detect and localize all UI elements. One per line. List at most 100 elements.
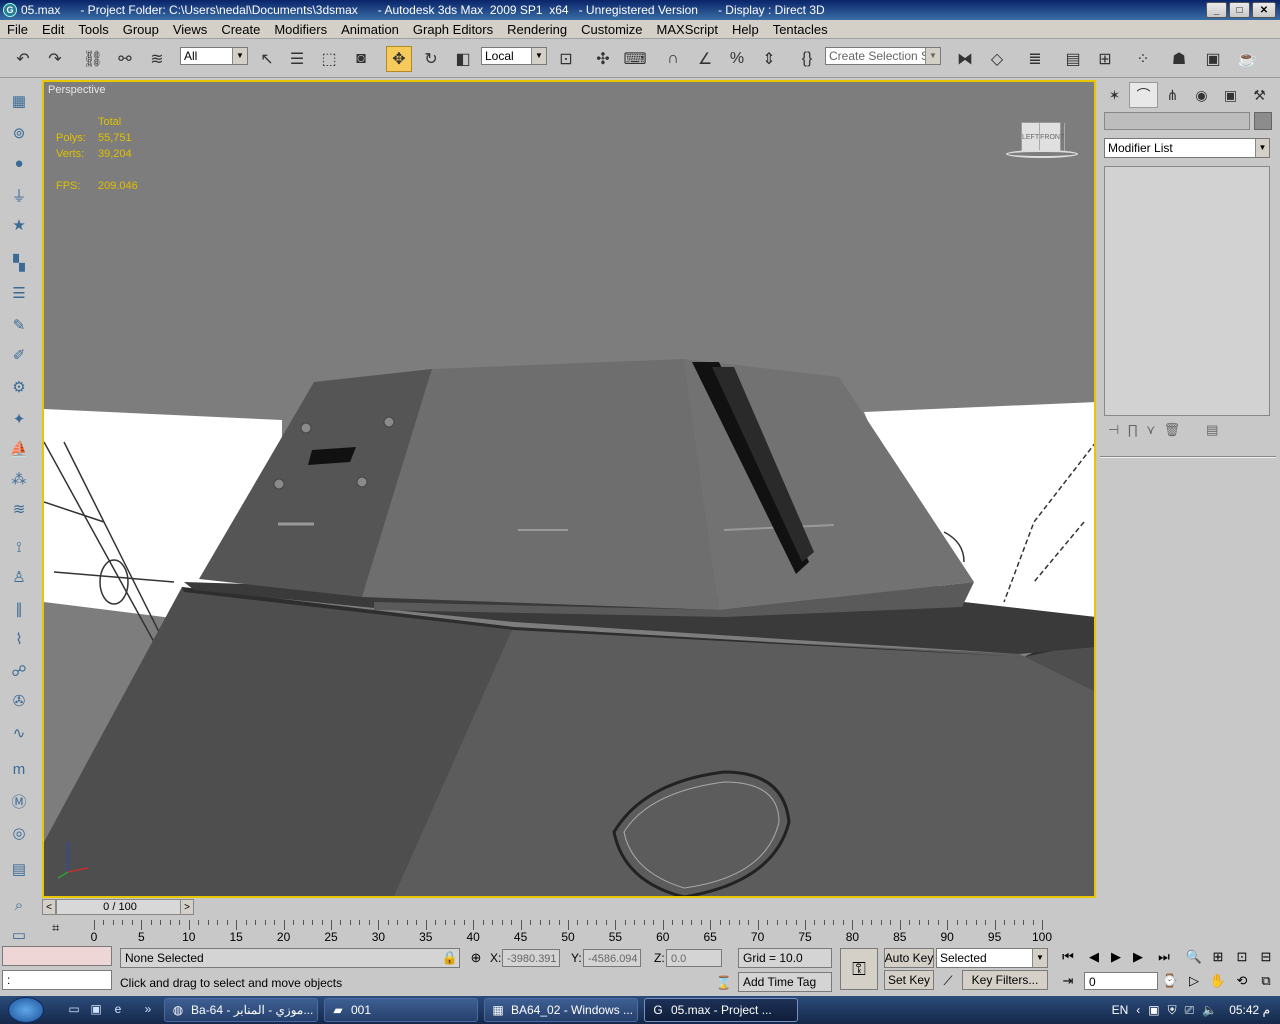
clock[interactable]: 05:42 م [1229,1003,1270,1017]
mirror-icon[interactable]: ⧓ [952,46,978,72]
menu-customize[interactable]: Customize [574,20,649,39]
viewcube-front-face[interactable]: FRONT [1040,123,1066,151]
viewport-label[interactable]: Perspective [48,84,105,96]
maximize-button[interactable]: □ [1229,2,1250,18]
show-end-result-icon[interactable]: ∏ [1127,422,1138,444]
language-indicator[interactable]: EN [1112,1003,1129,1017]
menu-tools[interactable]: Tools [71,20,115,39]
rectangular-selection-icon[interactable]: ⬚ [316,46,342,72]
switch-windows-icon[interactable]: ▣ [88,1002,104,1018]
bind-space-warp-icon[interactable]: ≋ [144,46,170,72]
go-to-start-icon[interactable]: ⏮ [1058,948,1078,966]
percent-snap-icon[interactable]: % [724,46,750,72]
angle-snap-icon[interactable]: ∠ [692,46,718,72]
particle-icon[interactable]: ⁂ [6,466,32,492]
redo-icon[interactable]: ↷ [42,46,68,72]
curve-editor-icon[interactable]: ▤ [1060,46,1086,72]
menu-group[interactable]: Group [116,20,166,39]
x-coordinate-field[interactable]: -3980.391 [502,949,560,967]
modifier-list-dropdown[interactable]: Modifier List ▼ [1104,138,1270,158]
play-icon[interactable]: ▶ [1106,948,1126,966]
task-image-viewer[interactable]: ▦ BA64_02 - Windows ... [484,998,638,1022]
zoom-icon[interactable]: 🔍 [1184,948,1204,966]
tray-volume-icon[interactable]: 🔈 [1202,1003,1217,1017]
prev-frame-arrow[interactable]: < [42,899,56,915]
sphere-icon[interactable]: ● [6,150,32,176]
mesh-modifier-icon[interactable]: Ⓜ [6,788,32,814]
set-key-button[interactable]: Set Key [884,970,934,990]
zoom-extents-icon[interactable]: ⊡ [1232,948,1252,966]
auto-key-button[interactable]: Auto Key [884,948,934,968]
zoom-tool-icon[interactable]: ⌕ [6,892,32,918]
plane-icon[interactable]: ⏚ [6,182,32,208]
checker-icon[interactable]: ▚ [6,250,32,276]
select-and-move-icon[interactable]: ✥ [386,46,412,72]
absolute-mode-transform-icon[interactable]: ⊕ [466,949,486,967]
wave-icon[interactable]: ≋ [6,496,32,522]
menu-tentacles[interactable]: Tentacles [766,20,835,39]
task-folder[interactable]: ▰ 001 [324,998,478,1022]
lamp-icon[interactable]: ✦ [6,406,32,432]
y-coordinate-field[interactable]: -4586.094 [583,949,641,967]
reactor-icon[interactable]: ☍ [6,658,32,684]
undo-icon[interactable]: ↶ [10,46,36,72]
align-icon[interactable]: ◇ [984,46,1010,72]
time-configuration-icon[interactable]: ⌚ [1160,972,1180,990]
utilities-tab-icon[interactable]: ⚒ [1245,82,1274,108]
show-desktop-icon[interactable]: ▭ [66,1002,82,1018]
rendered-frame-window-icon[interactable]: ▣ [1200,46,1226,72]
zoom-extents-all-icon[interactable]: ⊟ [1256,948,1276,966]
cylinder-icon[interactable]: ⊚ [6,120,32,146]
menu-modifiers[interactable]: Modifiers [267,20,334,39]
unlink-icon[interactable]: ⚯ [112,46,138,72]
bones-icon[interactable]: ⟟ [6,534,32,560]
viewcube[interactable]: LEFT FRONT [1004,122,1080,162]
tray-app-icon[interactable]: ▣ [1148,1003,1159,1017]
selection-filter-dropdown[interactable]: All ▼ [180,47,248,65]
configure-modifier-sets-icon[interactable]: ▤ [1206,422,1218,444]
next-frame-arrow[interactable]: > [180,899,194,915]
render-setup-icon[interactable]: ☗ [1166,46,1192,72]
manipulate-icon[interactable]: ✣ [590,46,616,72]
current-frame-field[interactable]: 0 [1084,972,1158,990]
pen-icon[interactable]: ✎ [6,312,32,338]
spinner-snap-icon[interactable]: ⇕ [756,46,782,72]
track-bar[interactable]: 0 5 10 15 20 25 30 35 40 45 50 55 60 65 70 75 80 85 90 95 10… [42,916,1096,944]
time-tag-icon[interactable]: ⌛ [714,974,734,992]
time-slider-thumb[interactable]: 0 / 100 [56,899,184,915]
task-3dsmax[interactable]: G 05.max - Project ... [644,998,798,1022]
internet-explorer-icon[interactable]: e [110,1002,126,1018]
reference-coordinate-dropdown[interactable]: Local ▼ [481,47,547,65]
pin-stack-icon[interactable]: ⊣ [1108,422,1119,444]
menu-file[interactable]: File [0,20,35,39]
menu-help[interactable]: Help [725,20,766,39]
add-time-tag-button[interactable]: Add Time Tag [738,972,832,992]
key-mode-toggle-icon[interactable]: ⇥ [1058,972,1078,990]
rope-icon[interactable]: ∿ [6,720,32,746]
tray-shield-icon[interactable]: ⛨ [1168,1003,1177,1018]
star-shape-icon[interactable]: ★ [6,212,32,238]
go-to-end-icon[interactable]: ⏭ [1154,948,1174,966]
tray-expand-icon[interactable]: ‹ [1136,1003,1140,1017]
dynamics-icon[interactable]: ✇ [6,688,32,714]
keyboard-shortcut-override-icon[interactable]: ⌨ [622,46,648,72]
gear-icon[interactable]: ⚙ [6,374,32,400]
notepad-icon[interactable]: ▤ [6,856,32,882]
key-filters-button[interactable]: Key Filters... [962,970,1048,990]
zoom-all-icon[interactable]: ⊞ [1208,948,1228,966]
quick-launch-more-icon[interactable]: » [140,1002,156,1018]
select-and-link-icon[interactable]: ⛓ [80,46,106,72]
edit-named-selection-icon[interactable]: {} [794,46,820,72]
mini-curve-editor-icon[interactable]: ⌗ [52,920,72,938]
pan-view-icon[interactable]: ✋ [1208,972,1228,990]
menu-maxscript[interactable]: MAXScript [650,20,725,39]
named-selection-sets-dropdown[interactable]: Create Selection Set ▼ [825,47,941,65]
menu-graph-editors[interactable]: Graph Editors [406,20,500,39]
create-tab-icon[interactable]: ✶ [1100,82,1129,108]
object-color-swatch[interactable] [1254,112,1272,130]
select-object-icon[interactable]: ↖ [254,46,280,72]
select-by-name-icon[interactable]: ☰ [284,46,310,72]
menu-edit[interactable]: Edit [35,20,71,39]
layer-manager-icon[interactable]: ≣ [1022,46,1048,72]
menu-animation[interactable]: Animation [334,20,406,39]
